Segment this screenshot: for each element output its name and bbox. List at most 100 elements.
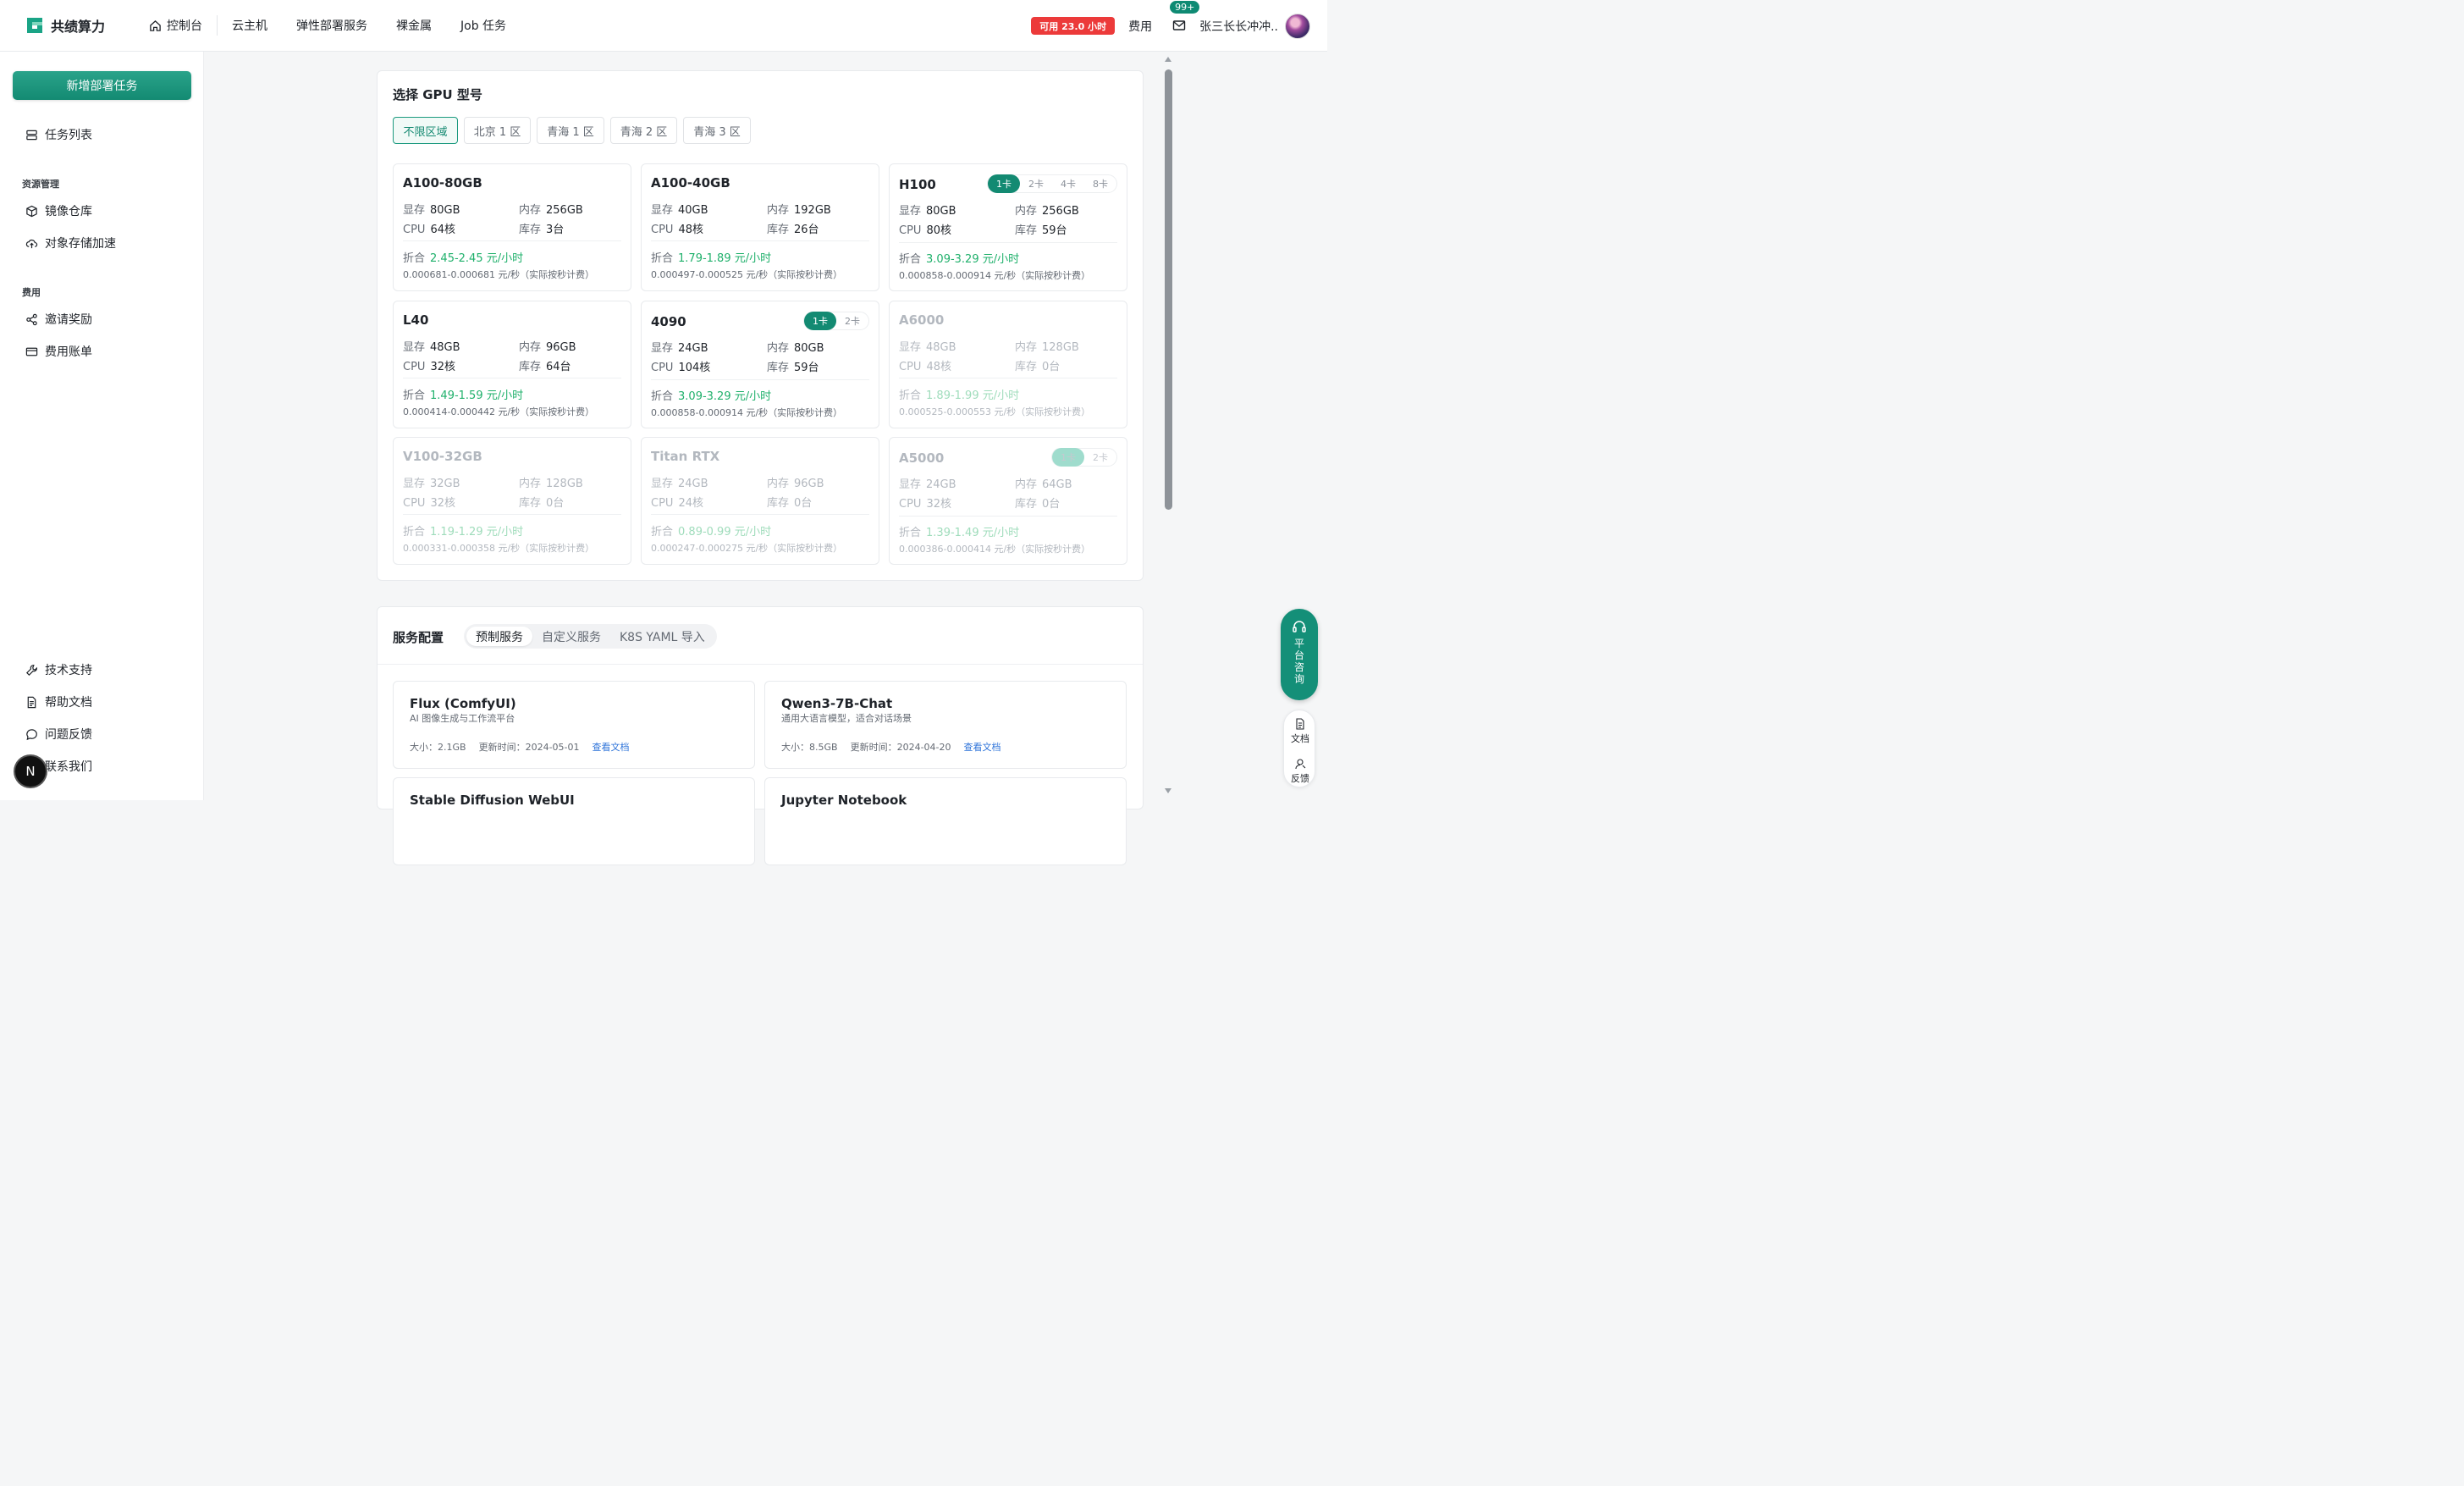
scroll-down-arrow[interactable]: [1165, 788, 1171, 793]
chip-4-card[interactable]: 4卡: [1052, 174, 1084, 193]
cpu-label: CPU: [403, 361, 426, 373]
region-tab-all[interactable]: 不限区域: [393, 117, 458, 144]
vram-value: 32GB: [430, 478, 460, 490]
chip-1-card[interactable]: 1卡: [1052, 448, 1084, 467]
sidebar-item-invite[interactable]: 邀请奖励: [25, 311, 92, 328]
n-badge[interactable]: N: [15, 756, 46, 787]
gpu-name: Titan RTX: [651, 449, 720, 464]
float-feedback-button[interactable]: 反馈: [1284, 758, 1316, 785]
service-name: Stable Diffusion WebUI: [410, 793, 575, 808]
cpu-label: CPU: [403, 224, 426, 236]
hourly-price: 1.19-1.29 元/小时: [430, 526, 524, 539]
cpu-value: 48核: [926, 361, 951, 373]
service-name: Jupyter Notebook: [781, 793, 907, 808]
home-icon: [150, 19, 161, 31]
view-docs-link[interactable]: 查看文档: [593, 740, 630, 754]
scroll-up-arrow[interactable]: [1165, 57, 1171, 62]
chip-1-card[interactable]: 1卡: [804, 312, 836, 330]
mail-icon: [1172, 19, 1186, 30]
scrollbar-thumb[interactable]: [1165, 69, 1172, 510]
cpu-value: 80核: [926, 224, 951, 237]
brand-name: 共绩算力: [51, 19, 106, 35]
service-card-stable-diffusion[interactable]: Stable Diffusion WebUI: [393, 777, 755, 865]
gpu-card-l40[interactable]: L40 显存 48GB 内存 96GB CPU 32核 库存 64台 折合 1.49-1.…: [393, 301, 631, 428]
tab-k8s-yaml-import[interactable]: K8S YAML 导入: [610, 627, 714, 646]
per-second-price: 0.000858-0.000914 元/秒（实际按秒计费）: [651, 407, 843, 418]
ram-value: 256GB: [546, 204, 583, 217]
hourly-price: 1.89-1.99 元/小时: [926, 389, 1020, 402]
nav-elastic-deploy[interactable]: 弹性部署服务: [282, 15, 382, 36]
cpu-value: 48核: [678, 224, 703, 236]
ram-label: 内存: [767, 204, 790, 217]
discount-label: 折合: [403, 252, 426, 265]
float-docs-button[interactable]: 文档: [1284, 718, 1316, 745]
stock-value: 3台: [546, 224, 565, 236]
stock-label: 库存: [1015, 224, 1038, 237]
chip-2-card[interactable]: 2卡: [836, 312, 868, 330]
vram-label: 显存: [403, 478, 426, 490]
chip-1-card[interactable]: 1卡: [988, 174, 1020, 193]
gpu-card-h100[interactable]: H100 1卡 2卡 4卡 8卡 显存 80GB 内存 256GB CPU 80核 库…: [889, 163, 1127, 291]
stock-label: 库存: [767, 497, 790, 510]
chip-8-card[interactable]: 8卡: [1084, 174, 1116, 193]
per-second-price: 0.000525-0.000553 元/秒（实际按秒计费）: [899, 406, 1091, 417]
sidebar-item-object-storage[interactable]: 对象存储加速: [25, 235, 116, 251]
sidebar-item-feedback[interactable]: 问题反馈: [25, 726, 92, 743]
platform-consult-button[interactable]: 平台咨询: [1281, 609, 1318, 700]
region-tab-qinghai-2[interactable]: 青海 2 区: [610, 117, 677, 144]
service-divider: [378, 664, 1143, 665]
stock-value: 0台: [1042, 498, 1061, 511]
sidebar-item-task-list[interactable]: 任务列表: [25, 126, 92, 143]
sidebar-item-billing[interactable]: 费用账单: [25, 343, 92, 360]
stock-label: 库存: [767, 224, 790, 236]
notifications-button[interactable]: 99+: [1170, 0, 1200, 34]
gpu-card-a5000[interactable]: A5000 1卡 2卡 显存 24GB 内存 64GB CPU 32核 库存 0台 折合…: [889, 437, 1127, 565]
sidebar-item-docs[interactable]: 帮助文档: [25, 693, 92, 710]
vram-label: 显存: [651, 342, 674, 355]
hourly-price: 1.39-1.49 元/小时: [926, 527, 1020, 539]
cpu-label: CPU: [651, 497, 674, 510]
fee-link[interactable]: 费用: [1128, 18, 1152, 35]
top-bar: 共绩算力 控制台 云主机 弹性部署服务 裸金属 Job 任务 可用 23.0 小…: [0, 0, 1327, 52]
tab-custom-services[interactable]: 自定义服务: [532, 627, 610, 646]
gpu-card-titan-rtx[interactable]: Titan RTX 显存 24GB 内存 96GB CPU 24核 库存 0台 折合 0.…: [641, 437, 879, 565]
hourly-price: 2.45-2.45 元/小时: [430, 252, 524, 265]
nav-cloud-host[interactable]: 云主机: [218, 15, 282, 36]
service-card-flux[interactable]: Flux (ComfyUI) AI 图像生成与工作流平台 大小：2.1GB 更新…: [393, 681, 755, 769]
gpu-card-v100-32gb[interactable]: V100-32GB 显存 32GB 内存 128GB CPU 32核 库存 0台 折合 1…: [393, 437, 631, 565]
region-tab-beijing-1[interactable]: 北京 1 区: [464, 117, 531, 144]
gpu-card-4090[interactable]: 4090 1卡 2卡 显存 24GB 内存 80GB CPU 104核 库存 59台 折…: [641, 301, 879, 428]
region-tab-qinghai-3[interactable]: 青海 3 区: [683, 117, 751, 144]
vram-value: 48GB: [926, 341, 956, 354]
brand[interactable]: 共绩算力: [25, 15, 127, 36]
availability-badge[interactable]: 可用 23.0 小时: [1031, 17, 1116, 35]
sidebar-item-support[interactable]: 技术支持: [25, 661, 92, 678]
gpu-name: A5000: [899, 450, 945, 466]
nav-bare-metal[interactable]: 裸金属: [382, 15, 446, 36]
gpu-card-a6000[interactable]: A6000 显存 48GB 内存 128GB CPU 48核 库存 0台 折合 1.89-…: [889, 301, 1127, 428]
new-deploy-task-button[interactable]: 新增部署任务: [13, 71, 191, 100]
nav-console[interactable]: 控制台: [132, 15, 218, 36]
region-tab-qinghai-1[interactable]: 青海 1 区: [537, 117, 604, 144]
sidebar-item-image-repo[interactable]: 镜像仓库: [25, 202, 92, 219]
gpu-card-a100-40gb[interactable]: A100-40GB 显存 40GB 内存 192GB CPU 48核 库存 26台 折合…: [641, 163, 879, 291]
wrench-icon: [26, 664, 37, 676]
per-second-price: 0.000681-0.000681 元/秒（实际按秒计费）: [403, 269, 595, 280]
feedback-icon: [1295, 759, 1306, 770]
document-icon: [1296, 718, 1304, 730]
view-docs-link[interactable]: 查看文档: [964, 740, 1001, 754]
cpu-value: 64核: [430, 224, 455, 236]
service-card-qwen3[interactable]: Qwen3-7B-Chat 通用大语言模型，适合对话场景 大小：8.5GB 更新…: [764, 681, 1127, 769]
gpu-card-a100-80gb[interactable]: A100-80GB 显存 80GB 内存 256GB CPU 64核 库存 3台 折合 2…: [393, 163, 631, 291]
tab-prebuilt-services[interactable]: 预制服务: [466, 627, 532, 646]
ram-value: 64GB: [1042, 478, 1072, 491]
service-card-jupyter[interactable]: Jupyter Notebook: [764, 777, 1127, 865]
chip-2-card[interactable]: 2卡: [1020, 174, 1052, 193]
logo-icon: [27, 18, 42, 33]
nav-job[interactable]: Job 任务: [446, 15, 521, 36]
headset-icon: [1293, 621, 1306, 633]
chip-2-card[interactable]: 2卡: [1084, 448, 1116, 467]
avatar[interactable]: [1285, 13, 1310, 39]
username[interactable]: 张三长长冲冲..: [1199, 18, 1278, 35]
stock-value: 64台: [546, 361, 571, 373]
